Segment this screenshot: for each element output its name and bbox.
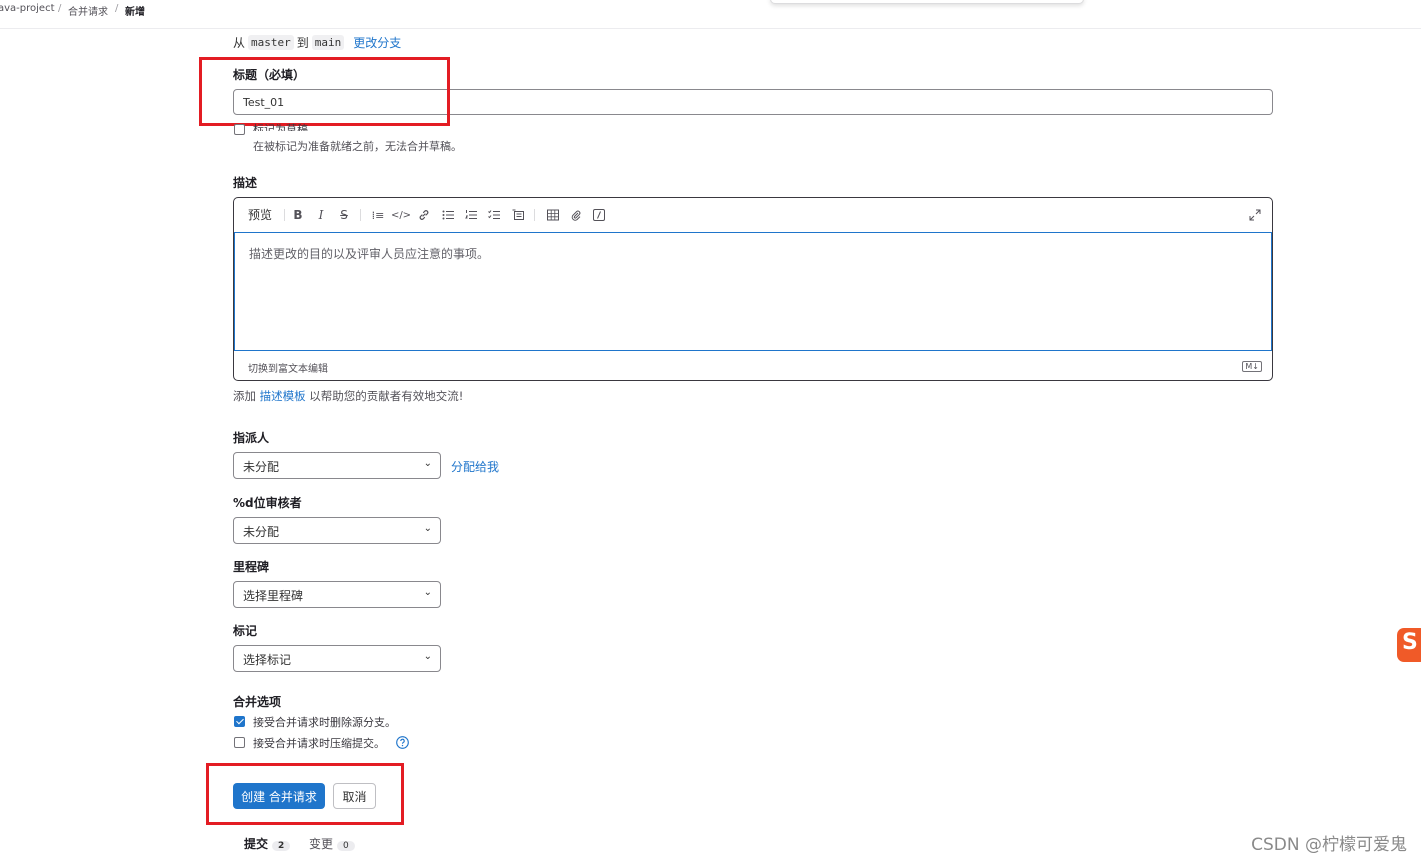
description-textarea[interactable]: 描述更改的目的以及评审人员应注意的事项。 xyxy=(234,232,1272,351)
description-placeholder: 描述更改的目的以及评审人员应注意的事项。 xyxy=(249,247,490,261)
bullet-list-icon[interactable] xyxy=(440,207,456,223)
to-label: 到 xyxy=(296,36,309,50)
link-icon[interactable] xyxy=(416,207,432,223)
change-branches-link[interactable]: 更改分支 xyxy=(353,34,401,51)
csdn-logo-icon xyxy=(1397,628,1421,662)
code-icon[interactable]: </> xyxy=(391,207,411,223)
breadcrumb-current: 新增 xyxy=(125,7,145,18)
draft-label: 标记为草稿 xyxy=(253,123,308,131)
template-hint-suffix: 以帮助您的贡献者有效地交流! xyxy=(305,389,464,403)
chevron-down-icon: ⌄ xyxy=(423,651,432,662)
from-label: 从 xyxy=(233,36,246,50)
preview-tab[interactable]: 预览 xyxy=(248,206,272,223)
assign-to-me-link[interactable]: 分配给我 xyxy=(451,458,499,475)
italic-icon[interactable]: I xyxy=(313,207,329,223)
attach-icon[interactable] xyxy=(568,207,584,223)
milestone-value: 选择里程碑 xyxy=(243,589,304,603)
description-label: 描述 xyxy=(233,176,258,190)
labels-dropdown[interactable]: 选择标记 ⌄ xyxy=(233,645,441,672)
assignee-value: 未分配 xyxy=(243,460,280,474)
target-branch: main xyxy=(311,35,345,50)
draft-checkbox[interactable] xyxy=(234,124,245,135)
reviewers-dropdown[interactable]: 未分配 ⌄ xyxy=(233,517,441,544)
reviewers-value: 未分配 xyxy=(243,525,280,539)
quote-icon[interactable]: ⁞≡ xyxy=(370,207,386,223)
toolbar-divider xyxy=(534,209,535,221)
collapsible-icon[interactable] xyxy=(510,207,526,223)
breadcrumb-merge-requests[interactable]: 合并请求 xyxy=(68,3,108,18)
reviewers-label: %d位审核者 xyxy=(233,496,302,510)
chevron-down-icon: ⌄ xyxy=(423,523,432,534)
description-editor: 预览 B I S ⁞≡ </> 描述更改的目的以及评审人员应注意的事项。 切换到… xyxy=(233,197,1273,381)
bold-icon[interactable]: B xyxy=(290,207,306,223)
toolbar-divider xyxy=(360,209,361,221)
task-list-icon[interactable] xyxy=(486,207,502,223)
annotation-box-title xyxy=(199,57,450,126)
numbered-list-icon[interactable] xyxy=(463,207,479,223)
milestone-label: 里程碑 xyxy=(233,560,270,574)
breadcrumb-separator: / xyxy=(115,3,119,14)
assignee-label: 指派人 xyxy=(233,431,270,445)
delete-source-branch-checkbox[interactable] xyxy=(234,716,245,727)
toolbar-divider xyxy=(284,209,285,221)
chevron-down-icon: ⌄ xyxy=(423,587,432,598)
editor-toolbar: 预览 B I S ⁞≡ </> xyxy=(234,198,1272,232)
tab-commits-label: 提交 xyxy=(244,837,269,851)
strikethrough-icon[interactable]: S xyxy=(336,207,352,223)
breadcrumb: ava-project / 合并请求 / 新增 xyxy=(0,0,1421,29)
draft-help-text: 在被标记为准备就绪之前，无法合并草稿。 xyxy=(253,140,462,153)
squash-commits-checkbox[interactable] xyxy=(234,737,245,748)
breadcrumb-project[interactable]: ava-project xyxy=(0,3,55,14)
milestone-dropdown[interactable]: 选择里程碑 ⌄ xyxy=(233,581,441,608)
tab-commits[interactable]: 提交 2 xyxy=(244,835,291,852)
tab-changes-label: 变更 xyxy=(309,837,334,851)
editor-footer: 切换到富文本编辑 M↓ xyxy=(234,352,1272,380)
commits-count-badge: 2 xyxy=(272,841,291,851)
watermark: CSDN @柠檬可爱鬼 xyxy=(1251,835,1407,855)
chevron-down-icon: ⌄ xyxy=(423,458,432,469)
annotation-box-actions xyxy=(206,763,404,825)
tab-changes[interactable]: 变更 0 xyxy=(309,835,355,852)
template-hint-prefix: 添加 xyxy=(233,389,260,403)
delete-source-branch-label: 接受合并请求时删除源分支。 xyxy=(253,716,396,729)
markdown-icon: M↓ xyxy=(1242,361,1262,372)
merge-options-label: 合并选项 xyxy=(233,695,282,709)
table-icon[interactable] xyxy=(545,207,561,223)
labels-label: 标记 xyxy=(233,624,258,638)
slash-command-icon[interactable] xyxy=(591,207,607,223)
changes-count-badge: 0 xyxy=(337,841,355,851)
switch-to-rich-text-button[interactable]: 切换到富文本编辑 xyxy=(248,360,328,375)
labels-value: 选择标记 xyxy=(243,653,292,667)
floating-toolbar-edge xyxy=(770,0,1084,4)
breadcrumb-separator: / xyxy=(58,3,62,14)
source-branch: master xyxy=(248,35,294,50)
help-icon[interactable] xyxy=(396,736,409,749)
assignee-dropdown[interactable]: 未分配 ⌄ xyxy=(233,452,441,479)
description-template-link[interactable]: 描述模板 xyxy=(260,389,306,403)
fullscreen-icon[interactable] xyxy=(1247,207,1263,223)
squash-commits-label: 接受合并请求时压缩提交。 xyxy=(253,737,385,750)
branch-info: 从 master 到 main 更改分支 xyxy=(233,34,401,51)
template-hint: 添加 描述模板 以帮助您的贡献者有效地交流! xyxy=(233,388,463,404)
